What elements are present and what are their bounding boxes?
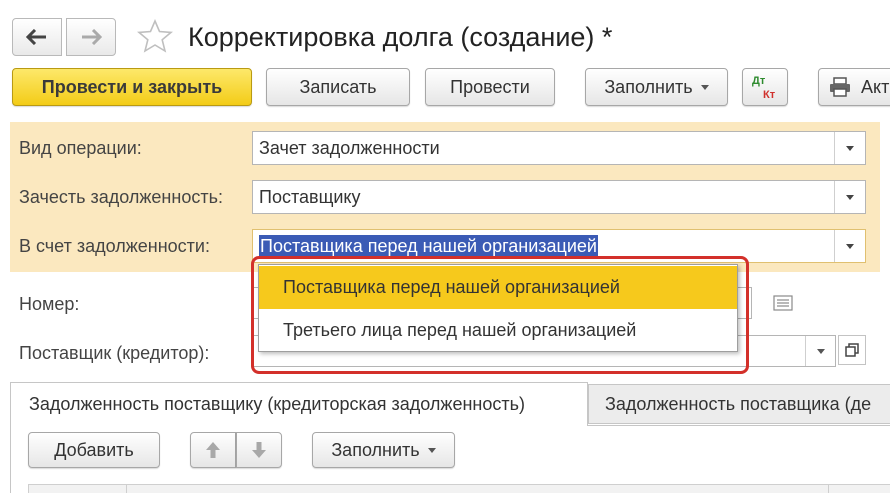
printer-icon — [830, 77, 850, 97]
favorite-star-icon[interactable] — [137, 19, 173, 53]
fill-button-label: Заполнить — [604, 76, 693, 97]
move-up-button[interactable] — [190, 432, 236, 468]
back-button[interactable] — [12, 18, 62, 56]
offset-debt-field[interactable]: Поставщику — [252, 180, 866, 214]
move-down-button[interactable] — [236, 432, 282, 468]
supplier-dropdown-button[interactable] — [805, 336, 836, 366]
offset-debt-value: Поставщику — [259, 186, 361, 207]
table-column-separator — [126, 484, 127, 493]
open-supplier-button[interactable] — [838, 335, 866, 365]
forward-button[interactable] — [66, 18, 116, 56]
arrow-right-icon — [82, 29, 102, 45]
comment-icon[interactable] — [773, 295, 793, 311]
print-button-label: Акт — [861, 76, 890, 97]
table-fill-label: Заполнить — [331, 439, 420, 460]
chevron-down-icon — [817, 348, 825, 354]
tab-strip-divider — [588, 425, 890, 426]
operation-type-label: Вид операции: — [19, 138, 142, 158]
dropdown-option[interactable]: Поставщика перед нашей организацией — [259, 266, 737, 309]
arrow-up-icon — [206, 442, 220, 458]
print-button[interactable]: Акт — [818, 68, 890, 106]
operation-type-dropdown-icon[interactable] — [834, 132, 865, 164]
against-debt-label: В счет задолженности: — [19, 236, 210, 256]
arrow-down-icon — [252, 442, 266, 458]
dt-kt-button[interactable]: Дт Кт — [742, 68, 788, 106]
table-column-separator — [828, 484, 829, 493]
tab-body-border — [10, 426, 11, 493]
tab-supplier-receivable[interactable]: Задолженность поставщика (де — [588, 384, 890, 424]
chevron-down-icon — [427, 447, 436, 453]
dt-label: Дт — [752, 75, 766, 87]
against-debt-value: Поставщика перед нашей организацией — [259, 234, 598, 257]
offset-debt-label: Зачесть задолженность: — [19, 187, 223, 207]
kt-label: Кт — [763, 89, 776, 101]
arrow-left-icon — [26, 29, 46, 45]
table-header — [28, 484, 890, 493]
operation-type-field[interactable]: Зачет задолженности — [252, 131, 866, 165]
fill-dropdown-button[interactable]: Заполнить — [585, 68, 728, 106]
number-label: Номер: — [19, 294, 80, 314]
tab-supplier-payable[interactable]: Задолженность поставщику (кредиторская з… — [10, 382, 588, 426]
page-title: Корректировка долга (создание) * — [188, 22, 613, 52]
table-fill-dropdown-button[interactable]: Заполнить — [312, 432, 455, 468]
save-button[interactable]: Записать — [266, 68, 410, 106]
offset-debt-dropdown-icon[interactable] — [834, 181, 865, 213]
against-debt-dropdown-icon[interactable] — [834, 230, 865, 262]
post-button[interactable]: Провести — [425, 68, 555, 106]
add-row-button[interactable]: Добавить — [28, 432, 160, 468]
post-and-close-button[interactable]: Провести и закрыть — [12, 68, 252, 106]
supplier-label: Поставщик (кредитор): — [19, 343, 210, 363]
against-debt-dropdown-list: Поставщика перед нашей организацией Трет… — [258, 264, 738, 352]
chevron-down-icon — [700, 84, 709, 90]
operation-type-value: Зачет задолженности — [259, 137, 440, 158]
open-window-icon — [845, 343, 859, 357]
dropdown-option[interactable]: Третьего лица перед нашей организацией — [259, 309, 737, 352]
dt-kt-icon: Дт Кт — [752, 75, 776, 101]
